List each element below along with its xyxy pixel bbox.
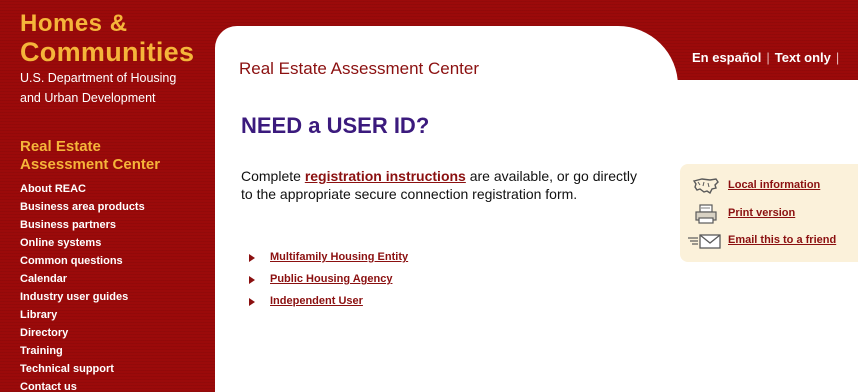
independent-user-link[interactable]: Independent User xyxy=(270,294,363,309)
sidebar-item-directory: Directory xyxy=(20,323,145,341)
sidebar-link-directory[interactable]: Directory xyxy=(20,327,68,339)
sidebar-link-online-systems[interactable]: Online systems xyxy=(20,237,101,249)
sidebar-item-business-area-products: Business area products xyxy=(20,197,145,215)
bullet-arrow-icon xyxy=(249,298,255,306)
sidebar-item-technical-support: Technical support xyxy=(20,359,145,377)
registration-form-list: Multifamily Housing Entity Public Housin… xyxy=(249,250,408,316)
sidebar-item-calendar: Calendar xyxy=(20,269,145,287)
multifamily-housing-entity-link[interactable]: Multifamily Housing Entity xyxy=(270,250,408,265)
sidebar-link-industry-user-guides[interactable]: Industry user guides xyxy=(20,291,128,303)
text-only-link[interactable]: Text only xyxy=(775,50,831,65)
brand-title-line2[interactable]: Communities xyxy=(20,39,194,66)
sidebar-item-training: Training xyxy=(20,341,145,359)
page-tools-box: Local information Print version Email th… xyxy=(680,164,858,262)
spanish-link[interactable]: En español xyxy=(692,50,761,65)
department-name-line2: and Urban Development xyxy=(20,91,156,105)
tool-email-friend: Email this to a friend xyxy=(680,231,858,251)
sidebar-link-contact-us[interactable]: Contact us xyxy=(20,381,77,392)
sidebar-item-online-systems: Online systems xyxy=(20,233,145,251)
tool-print-version: Print version xyxy=(680,204,858,224)
department-name-line1: U.S. Department of Housing xyxy=(20,71,177,85)
list-item: Public Housing Agency xyxy=(249,272,408,294)
print-version-link[interactable]: Print version xyxy=(728,207,795,219)
header-links: En español | Text only | xyxy=(692,51,844,64)
section-title-line2[interactable]: Assessment Center xyxy=(20,157,160,172)
printer-icon xyxy=(695,204,717,224)
page-header-title: Real Estate Assessment Center xyxy=(239,59,480,78)
sidebar-item-library: Library xyxy=(20,305,145,323)
sidebar-link-training[interactable]: Training xyxy=(20,345,63,357)
brand-title-line1[interactable]: Homes & xyxy=(20,12,128,36)
sidebar-link-technical-support[interactable]: Technical support xyxy=(20,363,114,375)
bullet-arrow-icon xyxy=(249,276,255,284)
sidebar-item-common-questions: Common questions xyxy=(20,251,145,269)
email-friend-link[interactable]: Email this to a friend xyxy=(728,234,836,246)
sidebar-link-business-partners[interactable]: Business partners xyxy=(20,219,116,231)
page-title: NEED a USER ID? xyxy=(241,113,430,138)
public-housing-agency-link[interactable]: Public Housing Agency xyxy=(270,272,392,287)
sidebar-nav: About REAC Business area products Busine… xyxy=(20,179,145,392)
sidebar-link-library[interactable]: Library xyxy=(20,309,57,321)
list-item: Independent User xyxy=(249,294,408,316)
sidebar-link-common-questions[interactable]: Common questions xyxy=(20,255,123,267)
tool-local-information: Local information xyxy=(680,176,858,196)
sidebar-link-calendar[interactable]: Calendar xyxy=(20,273,67,285)
header-separator: | xyxy=(835,50,840,65)
envelope-icon xyxy=(688,234,721,249)
usa-map-icon xyxy=(692,178,719,195)
sidebar-link-about-reac[interactable]: About REAC xyxy=(20,183,86,195)
list-item: Multifamily Housing Entity xyxy=(249,250,408,272)
sidebar-item-business-partners: Business partners xyxy=(20,215,145,233)
intro-text-before: Complete xyxy=(241,168,305,184)
registration-instructions-link[interactable]: registration instructions xyxy=(305,168,466,184)
sidebar-item-industry-user-guides: Industry user guides xyxy=(20,287,145,305)
sidebar-link-business-area-products[interactable]: Business area products xyxy=(20,201,145,213)
header-separator: | xyxy=(766,50,770,65)
sidebar-item-contact-us: Contact us xyxy=(20,377,145,392)
section-title-line1[interactable]: Real Estate xyxy=(20,139,101,154)
local-information-link[interactable]: Local information xyxy=(728,179,820,191)
bullet-arrow-icon xyxy=(249,254,255,262)
sidebar: Homes & Communities U.S. Department of H… xyxy=(0,0,215,392)
intro-paragraph: Complete registration instructions are a… xyxy=(241,167,651,203)
sidebar-item-about-reac: About REAC xyxy=(20,179,145,197)
